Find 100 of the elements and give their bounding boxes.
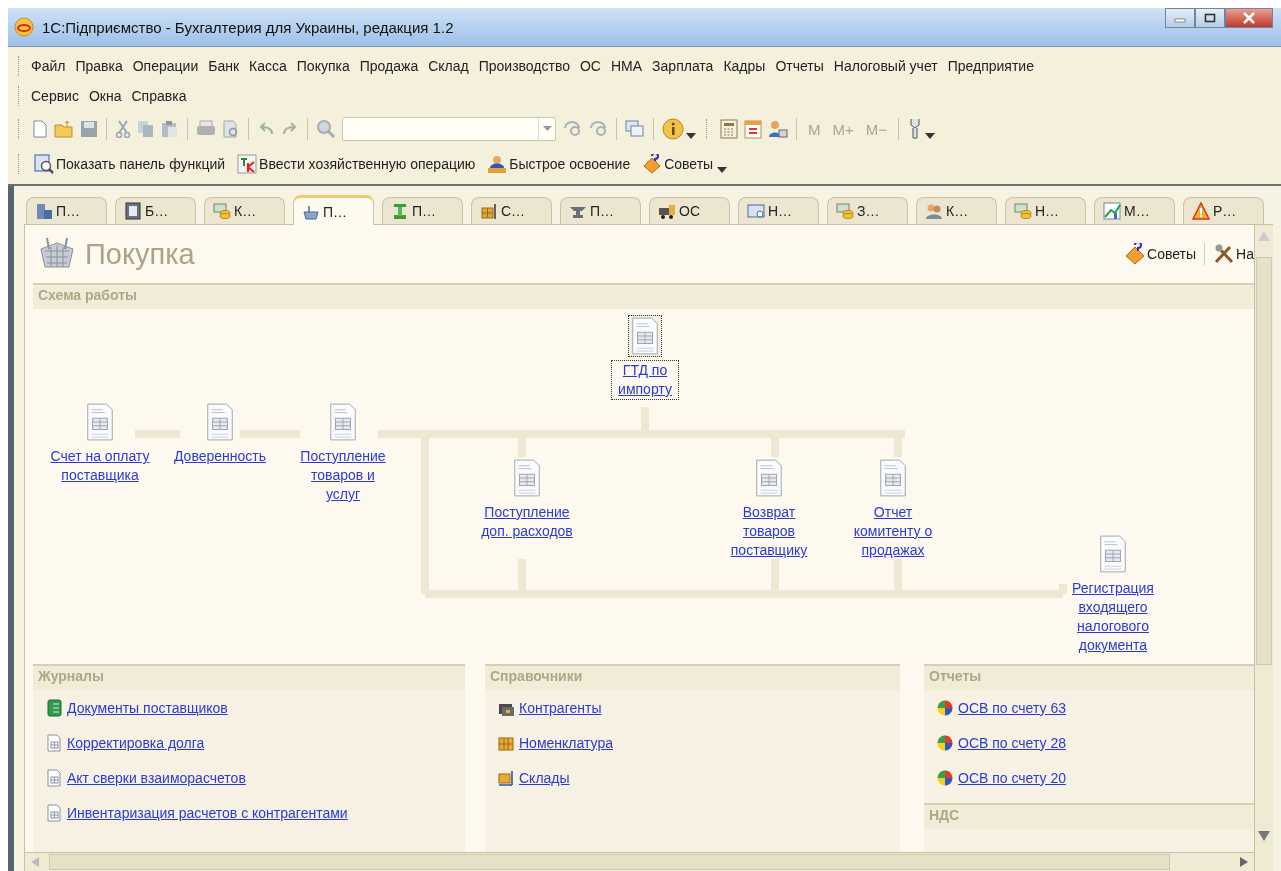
tab[interactable]: П… [26, 197, 107, 224]
arrow-right-icon[interactable] [1240, 857, 1248, 867]
open-folder-icon[interactable] [54, 120, 74, 138]
menu-item[interactable]: Файл [26, 58, 71, 74]
caret-icon[interactable] [925, 133, 936, 139]
section-header: Отчеты [924, 664, 1254, 690]
scheme-link[interactable]: Регистрация входящего налогового документа [1063, 579, 1163, 655]
info-icon[interactable] [662, 118, 684, 140]
tab[interactable]: Н… [738, 197, 819, 224]
copy-icon[interactable] [137, 120, 155, 138]
tab[interactable]: П… [382, 197, 463, 224]
tab[interactable]: С… [471, 197, 552, 224]
safe-icon [124, 202, 142, 220]
caret-icon[interactable] [717, 167, 728, 173]
panel-link[interactable]: ОСВ по счету 28 [958, 734, 1066, 751]
tips-icon [642, 154, 663, 174]
menu-item[interactable]: Покупка [291, 58, 355, 74]
tab[interactable]: Р… [1183, 197, 1264, 224]
menu-item[interactable]: Сервис [26, 88, 84, 104]
tab[interactable]: П… [560, 197, 641, 224]
close-button[interactable] [1225, 8, 1273, 28]
caret-icon[interactable] [686, 133, 696, 139]
menu-item[interactable]: Операции [127, 58, 204, 74]
menu-item[interactable]: НМА [606, 58, 648, 74]
book-icon [45, 698, 63, 717]
menu-item[interactable]: Касса [244, 58, 292, 74]
chart-icon [1103, 202, 1121, 220]
tab[interactable]: П… [293, 195, 374, 225]
save-icon[interactable] [80, 120, 98, 138]
menu-item[interactable]: Зарплата [647, 58, 719, 74]
scheme-link[interactable]: Возврат товаров поставщику [721, 503, 817, 560]
section-header: Справочники [485, 664, 900, 690]
panel-link[interactable]: Номенклатура [519, 734, 613, 751]
toolbar-button[interactable]: Ввести хозяйственную операцию [233, 154, 480, 174]
menu-item[interactable]: ОС [575, 58, 606, 74]
menu-item[interactable]: Налоговый учет [828, 58, 943, 74]
arrow-down-icon[interactable] [1258, 831, 1270, 841]
calendar-icon[interactable] [744, 119, 762, 139]
windows-icon[interactable] [625, 120, 645, 138]
panel-link[interactable]: ОСВ по счету 63 [958, 699, 1066, 716]
panel-link[interactable]: Документы поставщиков [67, 699, 228, 716]
new-document-icon[interactable] [32, 120, 48, 138]
maximize-icon [1204, 13, 1216, 23]
horizontal-scrollbar[interactable] [25, 852, 1254, 871]
scheme-link[interactable]: Доверенность [174, 447, 266, 466]
undo-icon[interactable] [257, 121, 275, 137]
scheme-link[interactable]: Счет на оплату поставщика [41, 447, 159, 485]
menu-item[interactable]: Склад [423, 58, 474, 74]
user-lock-icon[interactable] [768, 119, 788, 139]
tab[interactable]: К… [204, 197, 285, 224]
scheme-link[interactable]: Отчет комитенту о продажах [845, 503, 941, 560]
preview-icon[interactable] [222, 120, 240, 138]
paste-icon[interactable] [161, 120, 179, 138]
document-icon[interactable] [628, 315, 662, 357]
menu-item[interactable]: Отчеты [770, 58, 829, 74]
panel-link[interactable]: Контрагенты [519, 699, 602, 716]
scheme-link[interactable]: Поступление доп. расходов [472, 503, 582, 541]
menu-item[interactable]: Кадры [718, 58, 771, 74]
menu-item[interactable]: Правка [70, 58, 128, 74]
find-next-icon[interactable] [562, 120, 582, 138]
toolbar-button[interactable]: Советы [638, 154, 718, 174]
maximize-button[interactable] [1195, 8, 1225, 28]
vertical-scrollbar[interactable] [1254, 225, 1273, 871]
tab[interactable]: Б… [115, 197, 196, 224]
tab[interactable]: Н… [1005, 197, 1086, 224]
tab[interactable]: К… [916, 197, 997, 224]
header-link[interactable]: На [1213, 243, 1254, 265]
menu-item[interactable]: Банк [203, 58, 245, 74]
header-link[interactable]: Советы [1124, 243, 1197, 265]
menu-item[interactable]: Окна [83, 88, 127, 104]
panel-link[interactable]: Склады [519, 769, 570, 786]
menu-item[interactable]: Справка [126, 88, 192, 104]
tab[interactable]: М… [1094, 197, 1175, 224]
arrow-left-icon[interactable] [31, 857, 39, 867]
pie-chart-icon [936, 733, 954, 752]
search-field[interactable] [342, 117, 556, 141]
search-icon[interactable] [316, 119, 336, 139]
menu-item[interactable]: Предприятие [942, 58, 1039, 74]
tips-icon [1124, 243, 1147, 265]
arrow-up-icon[interactable] [1258, 231, 1270, 241]
debit-credit-icon [237, 154, 258, 174]
tab[interactable]: З… [827, 197, 908, 224]
panel-link[interactable]: Корректировка долга [67, 734, 205, 751]
panel-link[interactable]: ОСВ по счету 20 [958, 769, 1066, 786]
cut-icon[interactable] [115, 120, 131, 138]
print-icon[interactable] [196, 120, 216, 138]
scheme-link[interactable]: Поступление товаров и услуг [293, 447, 393, 504]
menu-item[interactable]: Производство [473, 58, 575, 74]
redo-icon[interactable] [281, 121, 299, 137]
toolbar-button[interactable]: Быстрое освоение [483, 154, 635, 174]
calculator-icon[interactable] [720, 119, 738, 139]
caret-icon [542, 126, 552, 132]
scheme-link[interactable]: ГТД по импорту [612, 361, 678, 399]
monitor-icon [747, 202, 765, 220]
menu-item[interactable]: Продажа [354, 58, 424, 74]
panel-link[interactable]: Акт сверки взаиморасчетов [67, 769, 246, 786]
find-previous-icon[interactable] [588, 120, 608, 138]
tab[interactable]: ОС [649, 197, 730, 224]
toolbar-button[interactable]: Показать панель функций [30, 154, 230, 174]
panel-link[interactable]: Инвентаризация расчетов с контрагентами [67, 804, 348, 821]
